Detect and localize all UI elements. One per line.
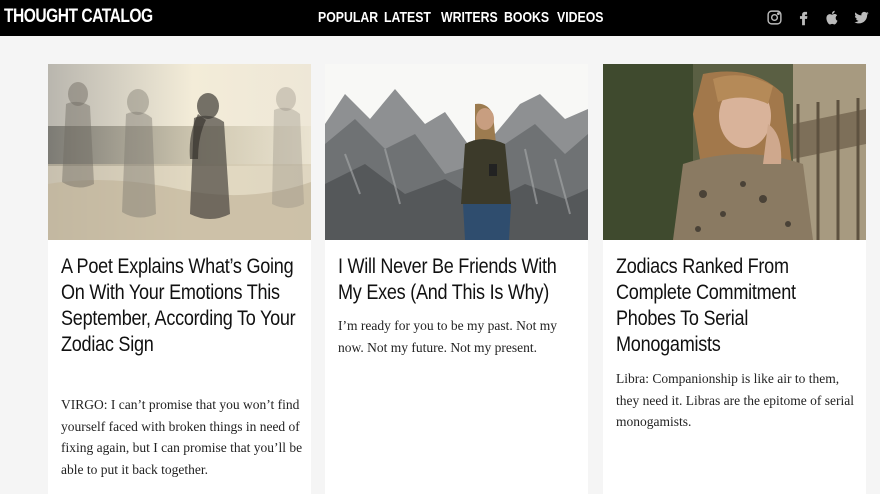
- article-excerpt: I’m ready for you to be my past. Not my …: [338, 318, 557, 355]
- nav-popular[interactable]: POPULAR: [318, 9, 378, 26]
- apple-icon[interactable]: [823, 8, 841, 26]
- twitter-icon[interactable]: [852, 8, 870, 26]
- article-title[interactable]: I Will Never Be Friends With My Exes (An…: [338, 254, 579, 306]
- article-card[interactable]: Zodiacs Ranked From Complete Commitment …: [603, 64, 866, 494]
- site-logo[interactable]: THOUGHT CATALOG: [4, 6, 153, 28]
- article-excerpt: Libra: Companionship is like air to them…: [616, 371, 855, 429]
- article-card[interactable]: A Poet Explains What’s Going On With You…: [48, 64, 311, 494]
- main-nav: POPULAR LATEST WRITERS BOOKS VIDEOS: [318, 9, 607, 26]
- article-card[interactable]: I Will Never Be Friends With My Exes (An…: [325, 64, 588, 494]
- nav-books[interactable]: BOOKS: [504, 9, 549, 26]
- facebook-icon[interactable]: [794, 8, 812, 26]
- article-title[interactable]: Zodiacs Ranked From Complete Commitment …: [616, 254, 857, 358]
- nav-latest[interactable]: LATEST: [384, 9, 431, 26]
- top-navigation-bar: THOUGHT CATALOG POPULAR LATEST WRITERS B…: [0, 0, 880, 36]
- nav-writers[interactable]: WRITERS: [441, 9, 498, 26]
- article-image[interactable]: [48, 64, 311, 240]
- social-links: [765, 8, 870, 26]
- nav-videos[interactable]: VIDEOS: [557, 9, 603, 26]
- instagram-icon[interactable]: [765, 8, 783, 26]
- article-image[interactable]: [325, 64, 588, 240]
- article-image[interactable]: [603, 64, 866, 240]
- article-excerpt: VIRGO: I can’t promise that you won’t fi…: [61, 397, 303, 477]
- article-title[interactable]: A Poet Explains What’s Going On With You…: [61, 254, 302, 358]
